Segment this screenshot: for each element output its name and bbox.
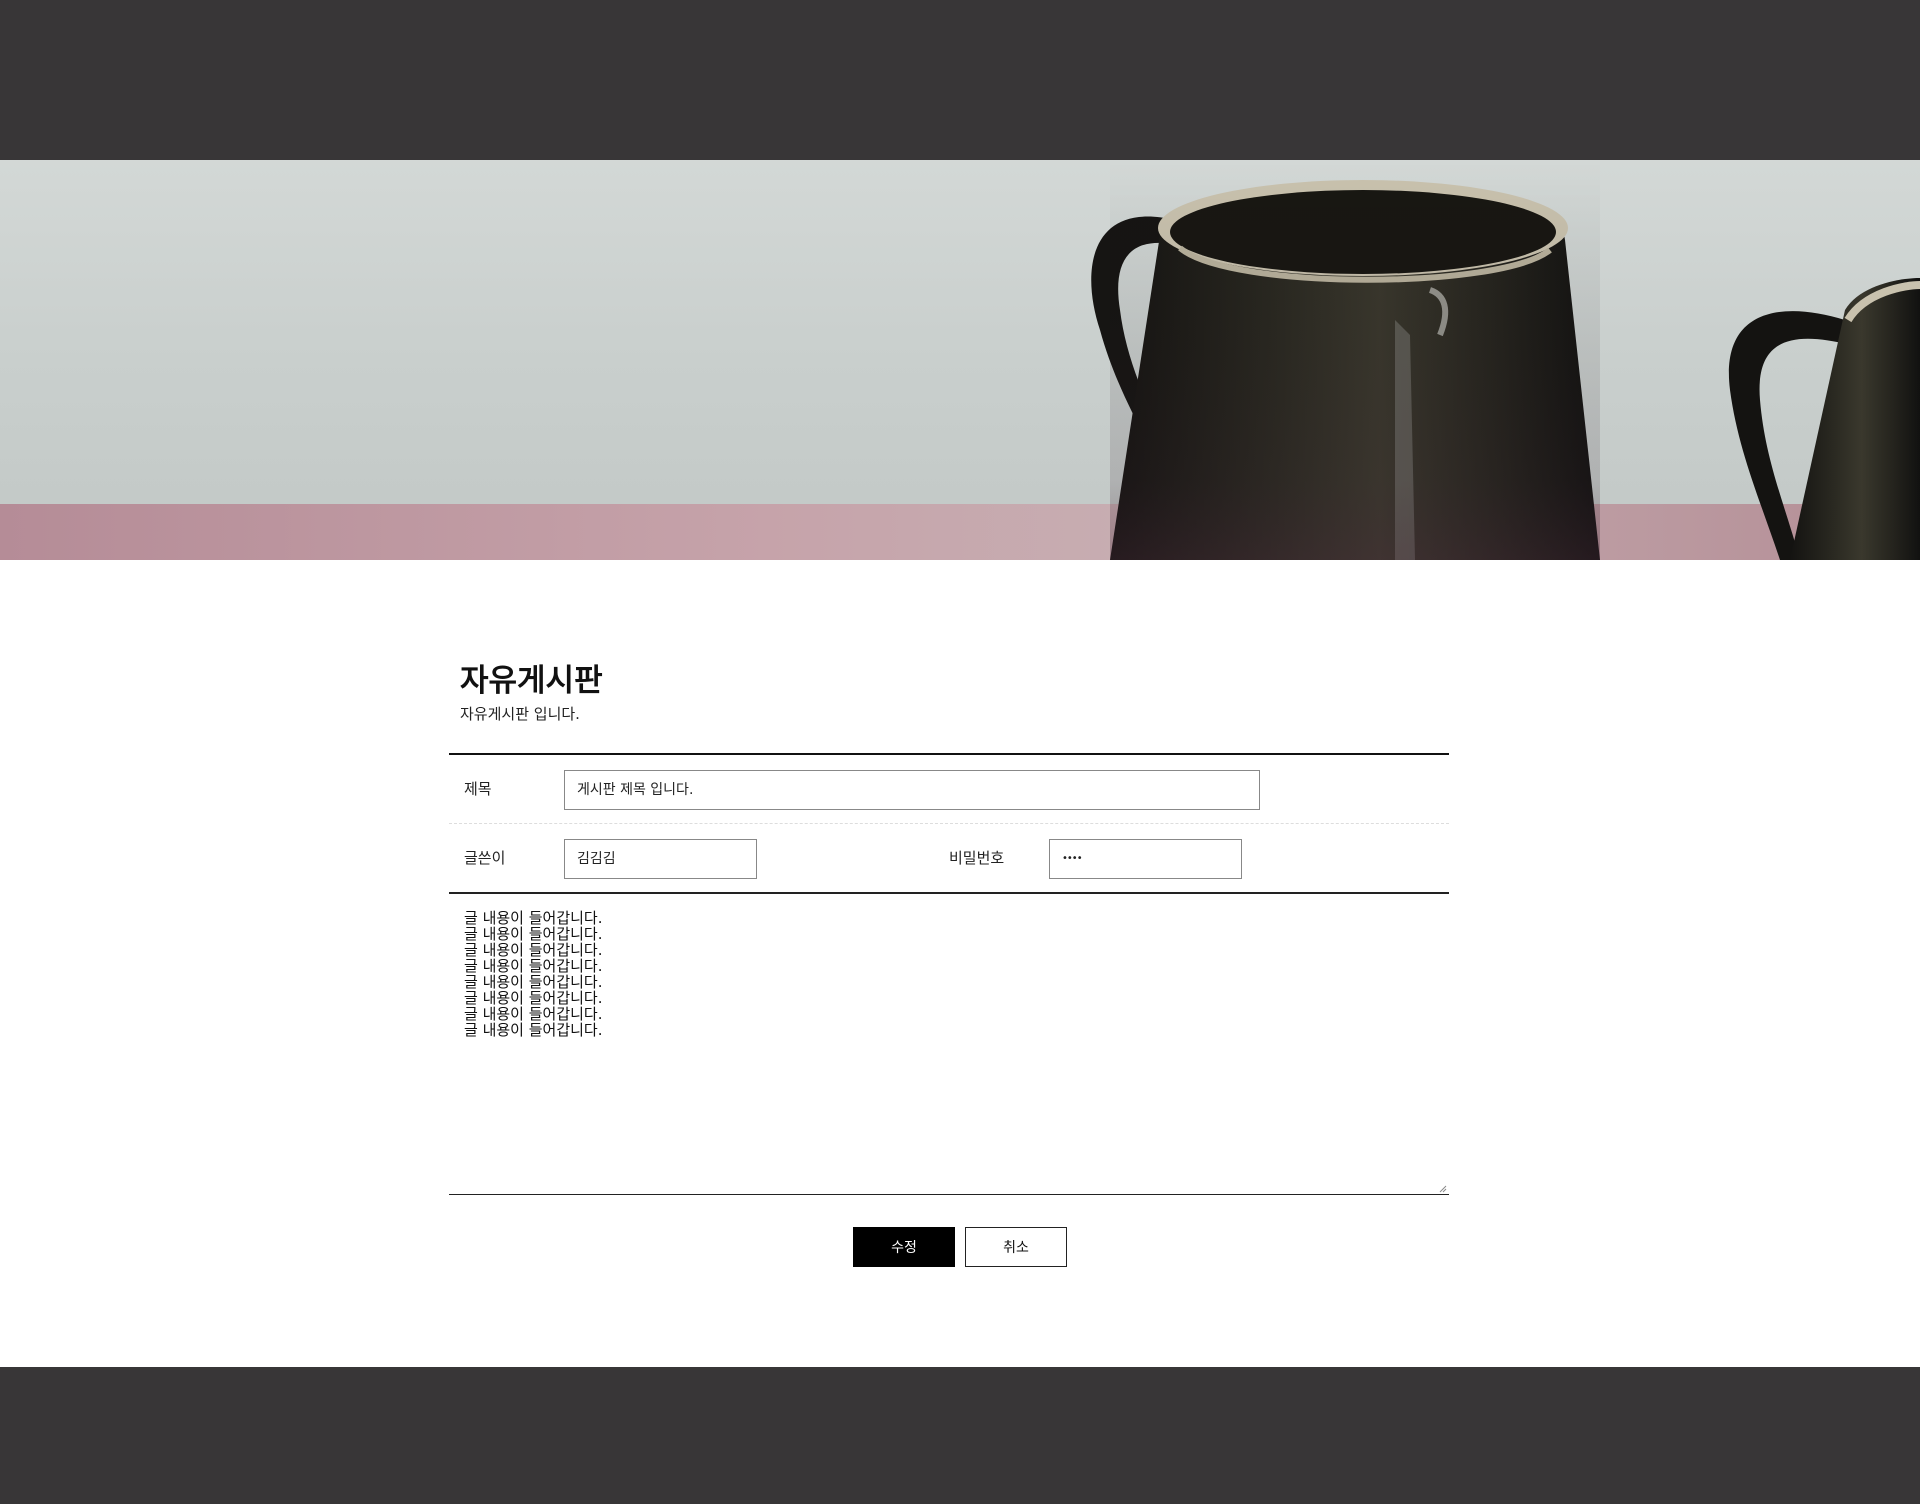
- title-row: 제목 게시판 제목 입니다.: [449, 755, 1449, 824]
- page-subtitle: 자유게시판 입니다.: [460, 705, 580, 723]
- mug-illustration: [1091, 160, 1920, 560]
- password-label: 비밀번호: [949, 849, 1005, 867]
- form-actions: 수정 취소: [0, 1227, 1920, 1267]
- footer-bar: [0, 1367, 1920, 1504]
- title-label: 제목: [464, 780, 492, 798]
- author-row: 글쓴이 김김김 비밀번호 ••••: [449, 824, 1449, 894]
- title-input[interactable]: 게시판 제목 입니다.: [564, 770, 1260, 810]
- author-label: 글쓴이: [464, 849, 506, 867]
- post-edit-form: 제목 게시판 제목 입니다. 글쓴이 김김김 비밀번호 ••••: [449, 753, 1449, 894]
- textarea-resize-handle-icon[interactable]: [1439, 1185, 1447, 1193]
- board-header: 자유게시판 자유게시판 입니다.: [449, 660, 1449, 724]
- author-input[interactable]: 김김김: [564, 839, 757, 879]
- cancel-button[interactable]: 취소: [965, 1227, 1067, 1267]
- content-textarea[interactable]: 글 내용이 들어갑니다. 글 내용이 들어갑니다. 글 내용이 들어갑니다. 글…: [449, 897, 1449, 1195]
- submit-edit-button[interactable]: 수정: [853, 1227, 955, 1267]
- top-header-bar: [0, 0, 1920, 160]
- hero-banner-image: [0, 160, 1920, 560]
- password-input[interactable]: ••••: [1049, 839, 1242, 879]
- page-title: 자유게시판: [460, 663, 603, 699]
